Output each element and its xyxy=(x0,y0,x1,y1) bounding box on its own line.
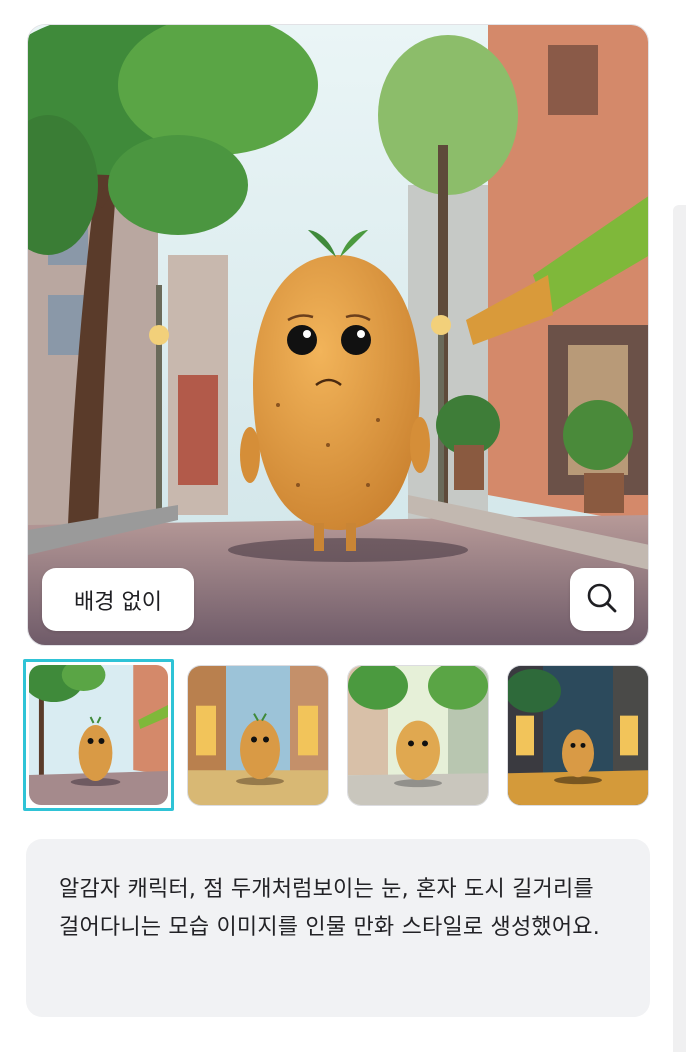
thumbnail-4[interactable] xyxy=(507,665,649,806)
remove-background-button[interactable]: 배경 없이 xyxy=(42,568,194,631)
caption-text: 알감자 캐릭터, 점 두개처럼보이는 눈, 혼자 도시 길거리를 걸어다니는 모… xyxy=(59,877,600,940)
remove-background-label: 배경 없이 xyxy=(74,589,162,615)
thumbnail-2[interactable] xyxy=(187,665,329,806)
scrollbar[interactable] xyxy=(673,205,686,1052)
caption-box: 알감자 캐릭터, 점 두개처럼보이는 눈, 혼자 도시 길거리를 걸어다니는 모… xyxy=(26,839,650,1017)
zoom-button[interactable] xyxy=(570,568,634,631)
search-icon xyxy=(585,581,619,619)
thumbnail-3[interactable] xyxy=(347,665,489,806)
generated-image xyxy=(27,24,649,646)
thumbnail-1[interactable] xyxy=(23,659,174,811)
